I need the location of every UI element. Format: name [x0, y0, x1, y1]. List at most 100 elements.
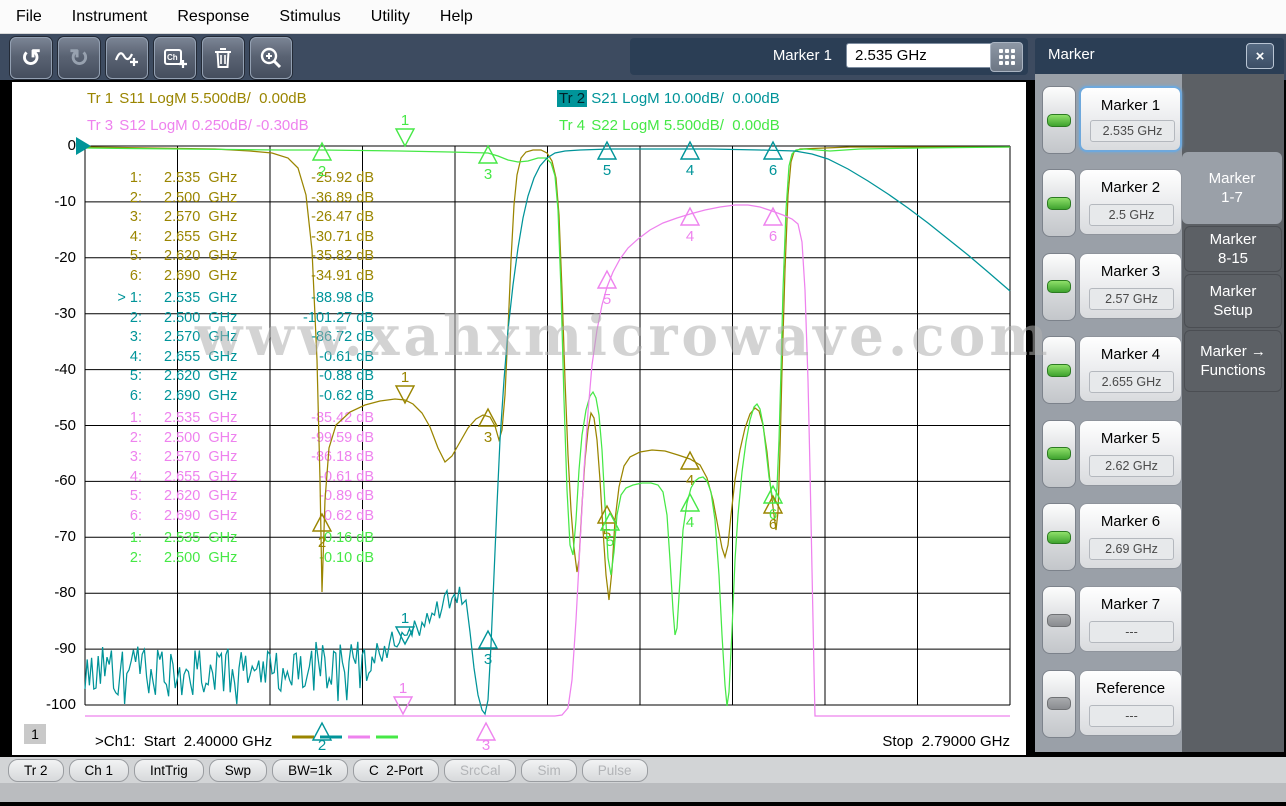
status-button-c-2-port[interactable]: C 2-Port	[353, 759, 439, 782]
marker-button-label: Reference	[1080, 680, 1181, 697]
trace-marker-s21-4[interactable]: 4	[681, 142, 699, 179]
add-trace-button[interactable]	[106, 37, 148, 79]
redo-button[interactable]: ↻	[58, 37, 100, 79]
svg-text:1: 1	[399, 680, 407, 697]
marker-button-8[interactable]: Reference ---	[1079, 670, 1182, 736]
close-icon[interactable]: ×	[1246, 43, 1274, 69]
marker-toggle-3[interactable]	[1042, 253, 1076, 321]
trace-marker-s21-3[interactable]: 3	[479, 631, 497, 668]
menu-item-help[interactable]: Help	[440, 8, 473, 26]
marker-button-2[interactable]: Marker 2 2.5 GHz	[1079, 169, 1182, 235]
tab-label: Marker	[1209, 169, 1256, 188]
trace-marker-s22-3[interactable]: 3	[479, 146, 497, 183]
marker-toggle-6[interactable]	[1042, 503, 1076, 571]
marker-toggle-8[interactable]	[1042, 670, 1076, 738]
status-button-ch-1[interactable]: Ch 1	[69, 759, 130, 782]
marker-frequency-input[interactable]	[846, 43, 994, 68]
svg-text:5: 5	[606, 533, 614, 550]
keypad-button[interactable]	[990, 42, 1023, 72]
trace-marker-s21-6[interactable]: 6	[764, 142, 782, 179]
svg-text:4: 4	[686, 162, 694, 179]
zoom-button[interactable]	[250, 37, 292, 79]
status-button-swp[interactable]: Swp	[209, 759, 267, 782]
marker-toggle-7[interactable]	[1042, 586, 1076, 654]
trace-marker-s21-1[interactable]: 1	[396, 610, 414, 644]
svg-text:3: 3	[484, 429, 492, 446]
led-on-icon	[1047, 531, 1071, 544]
marker-button-7[interactable]: Marker 7---	[1079, 586, 1182, 652]
trace-s22	[85, 147, 1010, 706]
tab-label: Marker	[1210, 230, 1257, 249]
marker-toggle-1[interactable]	[1042, 86, 1076, 154]
marker-button-value: 2.655 GHz	[1089, 371, 1174, 393]
marker-button-1[interactable]: Marker 12.535 GHz	[1079, 86, 1182, 152]
status-button-inttrig[interactable]: IntTrig	[134, 759, 204, 782]
tab-marker-1-7[interactable]: Marker1-7	[1182, 152, 1282, 224]
svg-text:2: 2	[318, 737, 326, 754]
marker-toggle-5[interactable]	[1042, 420, 1076, 488]
marker-button-4[interactable]: Marker 4 2.655 GHz	[1079, 336, 1182, 402]
status-button-pulse[interactable]: Pulse	[582, 759, 648, 782]
tab-label: 1-7	[1221, 188, 1243, 207]
trace-marker-s11-2[interactable]: 2	[313, 514, 331, 551]
status-button-tr-2[interactable]: Tr 2	[8, 759, 64, 782]
led-on-icon	[1047, 447, 1071, 460]
menu-item-instrument[interactable]: Instrument	[72, 8, 148, 26]
marker-button-6[interactable]: Marker 62.69 GHz	[1079, 503, 1182, 569]
undo-button[interactable]: ↺	[10, 37, 52, 79]
svg-text:6: 6	[769, 228, 777, 245]
tab-marker-functions[interactable]: Marker →Functions	[1184, 330, 1282, 392]
marker-button-value: 2.535 GHz	[1090, 120, 1175, 142]
marker-button-value: 2.5 GHz	[1089, 204, 1174, 226]
menu-item-response[interactable]: Response	[177, 8, 249, 26]
trace-marker-s12-3[interactable]: 3	[477, 723, 495, 754]
trace-marker-s22-2[interactable]: 2	[313, 143, 331, 180]
reference-level-indicator	[76, 137, 91, 155]
marker-button-value: 2.62 GHz	[1089, 455, 1174, 477]
svg-text:Ch: Ch	[167, 53, 178, 62]
trace-marker-s12-1[interactable]: 1	[394, 680, 412, 714]
marker-button-label: Marker 4	[1080, 346, 1181, 363]
marker-dialog-header[interactable]: Marker ×	[1035, 38, 1284, 74]
led-on-icon	[1047, 280, 1071, 293]
marker-dialog-tabs: Marker1-7Marker8-15MarkerSetupMarker →Fu…	[1182, 74, 1284, 752]
status-button-srccal[interactable]: SrcCal	[444, 759, 517, 782]
svg-text:2: 2	[318, 163, 326, 180]
menu-item-file[interactable]: File	[16, 8, 42, 26]
marker-toggle-2[interactable]	[1042, 169, 1076, 237]
tab-label: Setup	[1213, 301, 1252, 320]
trace-s21	[85, 149, 1010, 714]
svg-text:4: 4	[686, 472, 694, 489]
svg-text:3: 3	[484, 166, 492, 183]
marker-button-3[interactable]: Marker 32.57 GHz	[1079, 253, 1182, 319]
trace-marker-s11-3[interactable]: 3	[479, 409, 497, 446]
tab-label: Functions	[1200, 361, 1265, 380]
marker-button-label: Marker 2	[1080, 179, 1181, 196]
add-channel-button[interactable]: Ch	[154, 37, 196, 79]
tab-marker-setup[interactable]: MarkerSetup	[1184, 274, 1282, 328]
menu-item-utility[interactable]: Utility	[371, 8, 410, 26]
marker-button-value: ---	[1089, 705, 1174, 727]
status-button-sim[interactable]: Sim	[521, 759, 576, 782]
trace-marker-s11-1[interactable]: 1	[396, 369, 414, 403]
trace-marker-s12-5[interactable]: 5	[598, 271, 616, 308]
add-trace-icon	[114, 45, 140, 71]
svg-text:6: 6	[769, 162, 777, 179]
svg-text:6: 6	[769, 506, 777, 523]
trace-marker-s21-5[interactable]: 5	[598, 142, 616, 179]
led-off-icon	[1047, 614, 1071, 627]
marker-button-5[interactable]: Marker 52.62 GHz	[1079, 420, 1182, 486]
tab-marker-8-15[interactable]: Marker8-15	[1184, 226, 1282, 272]
tab-label: Marker →	[1200, 342, 1266, 361]
menu-item-stimulus[interactable]: Stimulus	[279, 8, 340, 26]
delete-button[interactable]	[202, 37, 244, 79]
trace-s12	[85, 205, 1010, 716]
marker-entry-label: Marker 1	[773, 47, 832, 64]
svg-text:3: 3	[484, 651, 492, 668]
marker-toggle-4[interactable]	[1042, 336, 1076, 404]
tab-label: Marker	[1210, 282, 1257, 301]
marker-button-value: 2.57 GHz	[1089, 288, 1174, 310]
led-on-icon	[1047, 197, 1071, 210]
trace-marker-s22-1[interactable]: 1	[396, 112, 414, 146]
status-button-bw-1k[interactable]: BW=1k	[272, 759, 348, 782]
